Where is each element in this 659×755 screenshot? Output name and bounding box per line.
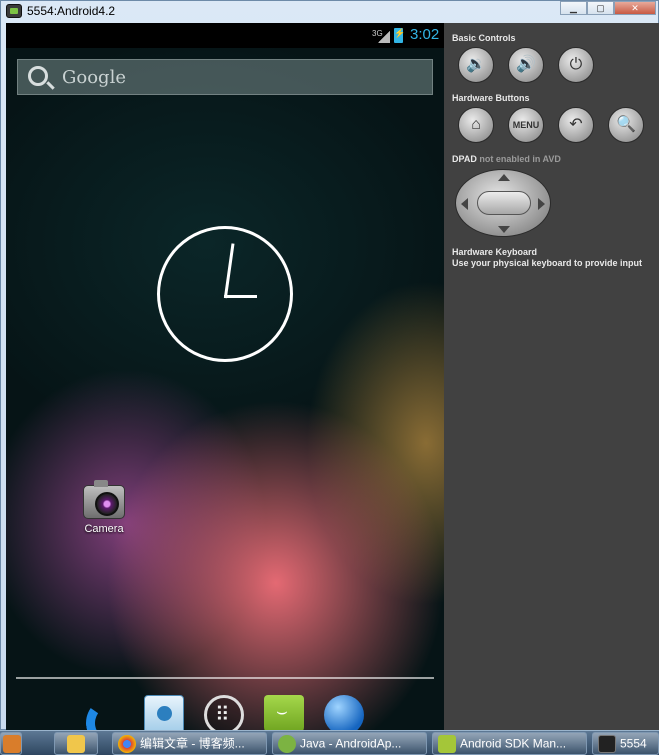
volume-up-button[interactable]: 🔊 xyxy=(508,47,544,83)
folder-icon xyxy=(67,735,85,753)
search-button[interactable]: 🔍 xyxy=(608,107,644,143)
window-title: 5554:Android4.2 xyxy=(27,4,116,18)
title-bar[interactable]: 5554:Android4.2 ▁ ▢ ✕ xyxy=(1,1,658,23)
clock-hour-hand xyxy=(223,243,235,299)
taskbar-item-sdk-manager[interactable]: Android SDK Man... xyxy=(432,732,587,755)
power-icon: ⏻ xyxy=(569,56,583,73)
android-app-icon xyxy=(6,4,22,18)
dpad-label: DPAD not enabled in AVD xyxy=(452,154,561,164)
control-panel: Basic Controls 🔉 🔊 ⏻ Hardware Buttons ⌂ … xyxy=(444,23,659,731)
signal-icon xyxy=(378,31,390,43)
search-icon: 🔍 xyxy=(616,116,636,133)
search-placeholder: Google xyxy=(62,67,126,88)
taskbar-item-label: 编辑文章 - 博客频... xyxy=(140,736,245,751)
dpad-right-icon[interactable] xyxy=(538,198,545,210)
camera-app-shortcut[interactable]: Camera xyxy=(78,480,130,535)
file-explorer-button[interactable] xyxy=(54,732,98,755)
dpad-left-icon[interactable] xyxy=(461,198,468,210)
search-icon xyxy=(28,66,48,86)
camera-app-label: Camera xyxy=(84,523,124,535)
taskbar: 编辑文章 - 博客频... Java - AndroidAp... Androi… xyxy=(0,730,659,755)
home-icon: ⌂ xyxy=(471,116,481,133)
power-button[interactable]: ⏻ xyxy=(558,47,594,83)
android-emulator-icon xyxy=(598,734,616,753)
taskbar-item-label: Android SDK Man... xyxy=(460,736,567,751)
hardware-keyboard-label: Hardware Keyboard xyxy=(452,247,538,257)
volume-up-icon: 🔊 xyxy=(516,56,536,73)
menu-button[interactable]: MENU xyxy=(508,107,544,143)
home-button[interactable]: ⌂ xyxy=(458,107,494,143)
dpad-up-icon[interactable] xyxy=(498,174,510,181)
dpad-down-icon[interactable] xyxy=(498,226,510,233)
volume-down-icon: 🔉 xyxy=(466,56,486,73)
media-player-button[interactable] xyxy=(0,732,22,755)
volume-down-button[interactable]: 🔉 xyxy=(458,47,494,83)
media-player-icon xyxy=(3,735,21,753)
phone-icon[interactable] xyxy=(84,695,124,731)
play-store-icon[interactable] xyxy=(264,695,304,731)
taskbar-item-label: Java - AndroidAp... xyxy=(300,736,402,751)
hardware-keyboard-note: Use your physical keyboard to provide in… xyxy=(452,258,643,268)
taskbar-item-chrome[interactable]: 编辑文章 - 博客频... xyxy=(112,732,267,755)
chrome-icon xyxy=(118,734,136,753)
camera-icon xyxy=(83,480,125,519)
clock-minute-hand xyxy=(224,295,257,298)
back-icon: ↶ xyxy=(569,116,583,133)
dpad-center-button[interactable] xyxy=(477,191,531,215)
analog-clock-widget[interactable] xyxy=(157,226,293,362)
battery-charging-icon xyxy=(394,28,405,43)
basic-controls-label: Basic Controls xyxy=(452,33,516,43)
all-apps-icon[interactable] xyxy=(204,695,244,731)
dock-divider xyxy=(16,677,434,679)
browser-globe-icon[interactable] xyxy=(324,695,364,731)
eclipse-icon xyxy=(278,734,296,753)
taskbar-item-eclipse[interactable]: Java - AndroidAp... xyxy=(272,732,427,755)
maximize-button[interactable]: ▢ xyxy=(587,1,614,15)
close-button[interactable]: ✕ xyxy=(614,1,656,15)
minimize-button[interactable]: ▁ xyxy=(560,1,587,15)
status-bar: 3G 3:02 xyxy=(6,23,444,48)
window-controls: ▁ ▢ ✕ xyxy=(560,1,656,15)
google-search-bar[interactable]: Google xyxy=(17,59,433,95)
dpad[interactable] xyxy=(455,169,551,237)
status-time: 3:02 xyxy=(410,26,440,43)
emulator-window: 5554:Android4.2 ▁ ▢ ✕ 3G 3:02 Google Cam… xyxy=(0,0,659,731)
hardware-buttons-label: Hardware Buttons xyxy=(452,93,530,103)
dpad-title: DPAD xyxy=(452,154,477,164)
dpad-note: not enabled in AVD xyxy=(479,154,561,164)
android-sdk-icon xyxy=(438,734,456,753)
contacts-icon[interactable] xyxy=(144,695,184,731)
device-screen[interactable]: 3G 3:02 Google Camera xyxy=(6,23,444,731)
taskbar-item-label: 5554 xyxy=(620,736,647,751)
taskbar-item-emulator[interactable]: 5554 xyxy=(592,732,659,755)
back-button[interactable]: ↶ xyxy=(558,107,594,143)
